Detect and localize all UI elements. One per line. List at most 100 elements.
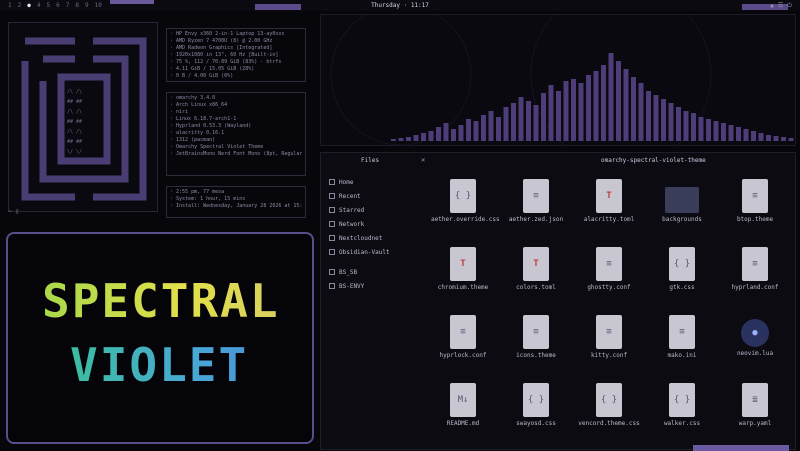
file-item[interactable]: ≡ ghostty.conf: [577, 247, 641, 291]
system-tray[interactable]: ▲ ☰ ⏻: [770, 2, 792, 10]
close-icon[interactable]: ✕: [421, 156, 425, 164]
visualizer-bar: [706, 119, 711, 141]
sidebar-item-label: Network: [339, 220, 365, 228]
visualizer-bar: [691, 113, 696, 141]
visualizer-bar: [443, 123, 449, 141]
file-item[interactable]: { } walker.css: [650, 383, 714, 427]
visualizer-bar: [563, 81, 569, 141]
info-line: · AMD Radeon Graphics [Integrated]: [170, 45, 273, 51]
file-item[interactable]: M↓ README.md: [431, 383, 495, 427]
sidebar-item-home[interactable]: Home: [321, 175, 405, 189]
network-icon[interactable]: ▲: [770, 2, 774, 10]
file-item[interactable]: ≡ icons.theme: [504, 315, 568, 359]
file-name: btop.theme: [736, 216, 774, 223]
file-item[interactable]: { } gtk.css: [650, 247, 714, 291]
file-item[interactable]: ≡ btop.theme: [723, 179, 787, 223]
visualizer-bar: [766, 135, 771, 141]
file-item[interactable]: ≡ kitty.conf: [577, 315, 641, 359]
sidebar-item-bs-sb[interactable]: BS_SB: [321, 265, 405, 279]
file-item[interactable]: ≣ warp.yaml: [723, 383, 787, 427]
shell-prompt[interactable]: ~ ▯: [8, 208, 19, 215]
info-line: · alacritty 0.16.1: [170, 130, 225, 136]
visualizer-bar: [481, 115, 486, 141]
visualizer-bar: [451, 129, 456, 141]
visualizer-bar: [728, 125, 734, 141]
sidebar-item-label: Home: [339, 178, 354, 186]
svg-text:/\ /\: /\ /\: [67, 89, 82, 95]
visualizer-bar: [601, 65, 606, 141]
file-item[interactable]: backgrounds: [650, 179, 714, 223]
visualizer-bar: [473, 121, 479, 141]
visualizer-bars: [330, 15, 794, 147]
visualizer-bar: [503, 107, 509, 141]
visualizer-bar: [616, 61, 621, 141]
file-name: icons.theme: [516, 352, 556, 359]
file-item[interactable]: ● neovim.lua: [723, 315, 787, 357]
file-item[interactable]: { } aether.override.css: [431, 179, 500, 223]
visualizer-bar: [608, 53, 614, 141]
file-item[interactable]: { } swayosd.css: [504, 383, 568, 427]
sidebar-item-network[interactable]: Network: [321, 217, 405, 231]
software-info-box: · omarchy 3.4.0 · Arch Linux x86_64 · niri…: [166, 92, 306, 176]
file-name: neovim.lua: [736, 350, 774, 357]
path-breadcrumb[interactable]: omarchy-spectral-violet-theme: [601, 157, 706, 164]
svg-text:/\ /\: /\ /\: [67, 109, 82, 115]
menu-icon[interactable]: ☰: [778, 2, 783, 10]
file-text-icon: ≡: [742, 247, 768, 281]
file-manager-window: Files ✕ omarchy-spectral-violet-theme Ho…: [320, 152, 796, 451]
banner-line-2: VIOLET: [70, 338, 249, 392]
visualizer-bar: [631, 77, 636, 141]
visualizer-bar: [488, 111, 494, 141]
file-text-icon: ≡: [450, 315, 476, 349]
file-name: README.md: [446, 420, 480, 427]
svg-text:## ##: ## ##: [67, 119, 82, 125]
visualizer-bar: [721, 123, 726, 141]
place-icon: [329, 193, 335, 199]
info-line: · Hyprland 0.53.3 (Wayland): [170, 123, 252, 129]
place-icon: [329, 221, 335, 227]
file-name: chromium.theme: [437, 284, 489, 291]
svg-text:## ##: ## ##: [67, 139, 82, 145]
sidebar-item-starred[interactable]: Starred: [321, 203, 405, 217]
file-item[interactable]: Tchromium.theme: [431, 247, 495, 291]
file-item[interactable]: Tcolors.toml: [504, 247, 568, 291]
sidebar-item-recent[interactable]: Recent: [321, 189, 405, 203]
visualizer-bar: [773, 136, 779, 141]
file-code-icon: { }: [523, 383, 549, 417]
file-name: mako.ini: [667, 352, 697, 359]
file-name: aether.zed.json: [508, 216, 564, 223]
visualizer-bar: [511, 103, 516, 141]
power-icon[interactable]: ⏻: [787, 2, 792, 10]
file-item[interactable]: ≡ aether.zed.json: [504, 179, 568, 223]
file-name: walker.css: [663, 420, 701, 427]
clock[interactable]: Thursday · 11:17: [0, 2, 800, 9]
file-item[interactable]: ≡ hyprland.conf: [723, 247, 787, 291]
visualizer-bar: [548, 85, 554, 141]
place-icon: [329, 269, 335, 275]
info-line: · 4.11 GiB / 15.05 GiB (28%): [170, 66, 255, 72]
file-item[interactable]: ≡ hyprlock.conf: [431, 315, 495, 359]
file-code-icon: { }: [450, 179, 476, 213]
visualizer-bar: [496, 117, 501, 141]
sidebar-item-obsidian-vault[interactable]: Obsidian-Vault: [321, 245, 405, 259]
file-text-icon: ≡: [742, 179, 768, 213]
file-item[interactable]: { } vencord.theme.css: [577, 383, 641, 427]
file-text-icon: ≡: [596, 247, 622, 281]
fastfetch-info: · HP Envy x360 2-in-1 Laptop 13-ay0xxx · …: [166, 28, 314, 218]
file-name: alacritty.toml: [583, 216, 635, 223]
file-code-icon: { }: [596, 383, 622, 417]
file-item[interactable]: ≡ mako.ini: [650, 315, 714, 359]
visualizer-bar: [586, 75, 591, 141]
file-item[interactable]: Talacritty.toml: [577, 179, 641, 223]
audio-visualizer: [320, 14, 796, 147]
svg-text:## ##: ## ##: [67, 99, 82, 105]
info-line: · omarchy 3.4.0: [170, 95, 216, 101]
file-name: backgrounds: [662, 216, 702, 223]
info-line: · HP Envy x360 2-in-1 Laptop 13-ay0xxx: [170, 31, 285, 37]
file-toml-icon: T: [450, 247, 476, 281]
sidebar-item-nextcloudnet[interactable]: Nextcloudnet: [321, 231, 405, 245]
sidebar-item-label: BS_SB: [339, 268, 358, 276]
sidebar-item-bs-envy[interactable]: BS-ENVY: [321, 279, 405, 293]
file-name: hyprland.conf: [731, 284, 779, 291]
file-text-icon: ≡: [523, 179, 549, 213]
